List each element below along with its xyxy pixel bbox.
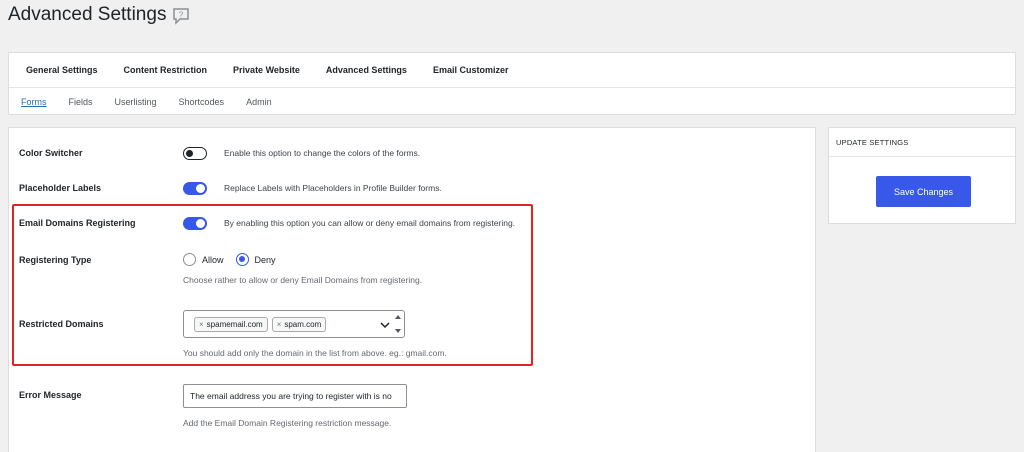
settings-tabs-panel: General Settings Content Restriction Pri…	[8, 52, 1016, 115]
page-title: Advanced Settings	[8, 4, 167, 25]
sub-tabs: Forms Fields Userlisting Shortcodes Admi…	[9, 88, 1015, 115]
radio-deny-label: Deny	[254, 254, 276, 265]
radio-allow-label: Allow	[202, 254, 224, 265]
domain-chip-label: spamemail.com	[206, 319, 263, 329]
save-changes-button[interactable]: Save Changes	[876, 176, 971, 207]
placeholder-labels-label: Placeholder Labels	[19, 183, 102, 193]
tab-content-restriction[interactable]: Content Restriction	[124, 65, 208, 75]
chevron-down-icon[interactable]	[380, 320, 390, 330]
restricted-domains-label: Restricted Domains	[19, 319, 104, 329]
registering-type-label: Registering Type	[19, 255, 92, 265]
radio-deny-circle[interactable]	[235, 253, 249, 266]
restricted-domains-help: You should add only the domain in the li…	[183, 348, 447, 358]
placeholder-labels-toggle[interactable]	[183, 182, 207, 195]
tab-general-settings[interactable]: General Settings	[26, 65, 98, 75]
email-domains-registering-description: By enabling this option you can allow or…	[224, 218, 516, 228]
tab-email-customizer[interactable]: Email Customizer	[433, 65, 509, 75]
domain-chip: × spamemail.com	[194, 316, 268, 332]
chip-remove-icon[interactable]: ×	[277, 320, 282, 329]
main-tabs: General Settings Content Restriction Pri…	[9, 53, 1015, 88]
subtab-userlisting[interactable]: Userlisting	[115, 97, 157, 107]
help-speech-bubble-icon[interactable]: ?	[172, 7, 190, 25]
settings-panel: Color Switcher Enable this option to cha…	[8, 127, 816, 452]
error-message-input[interactable]	[183, 384, 407, 408]
chip-remove-icon[interactable]: ×	[199, 320, 204, 329]
subtab-fields[interactable]: Fields	[69, 97, 93, 107]
svg-text:?: ?	[179, 11, 184, 20]
email-domains-registering-label: Email Domains Registering	[19, 218, 136, 228]
up-down-arrows-icon[interactable]	[393, 313, 403, 335]
placeholder-labels-description: Replace Labels with Placeholders in Prof…	[224, 183, 442, 193]
registering-type-help: Choose rather to allow or deny Email Dom…	[183, 275, 423, 285]
update-settings-panel: UPDATE SETTINGS Save Changes	[828, 127, 1016, 224]
update-settings-title: UPDATE SETTINGS	[829, 128, 1015, 157]
tab-advanced-settings[interactable]: Advanced Settings	[326, 65, 407, 75]
error-message-label: Error Message	[19, 390, 82, 400]
subtab-admin[interactable]: Admin	[246, 97, 272, 107]
domain-chip: × spam.com	[271, 316, 327, 332]
email-domains-registering-toggle[interactable]	[183, 217, 207, 230]
color-switcher-description: Enable this option to change the colors …	[224, 148, 421, 158]
page-title-wrap: Advanced Settings ?	[8, 4, 190, 26]
registering-type-radios: Allow Deny	[183, 253, 276, 266]
radio-deny[interactable]: Deny	[235, 253, 276, 266]
tab-private-website[interactable]: Private Website	[233, 65, 300, 75]
restricted-domains-select[interactable]: × spamemail.com × spam.com	[183, 310, 405, 338]
domain-chip-label: spam.com	[284, 319, 322, 329]
error-message-help: Add the Email Domain Registering restric…	[183, 418, 392, 428]
color-switcher-label: Color Switcher	[19, 148, 83, 158]
subtab-forms[interactable]: Forms	[21, 97, 47, 107]
subtab-shortcodes[interactable]: Shortcodes	[179, 97, 225, 107]
radio-allow[interactable]: Allow	[183, 253, 224, 266]
color-switcher-toggle[interactable]	[183, 147, 207, 160]
radio-allow-circle[interactable]	[183, 253, 196, 266]
